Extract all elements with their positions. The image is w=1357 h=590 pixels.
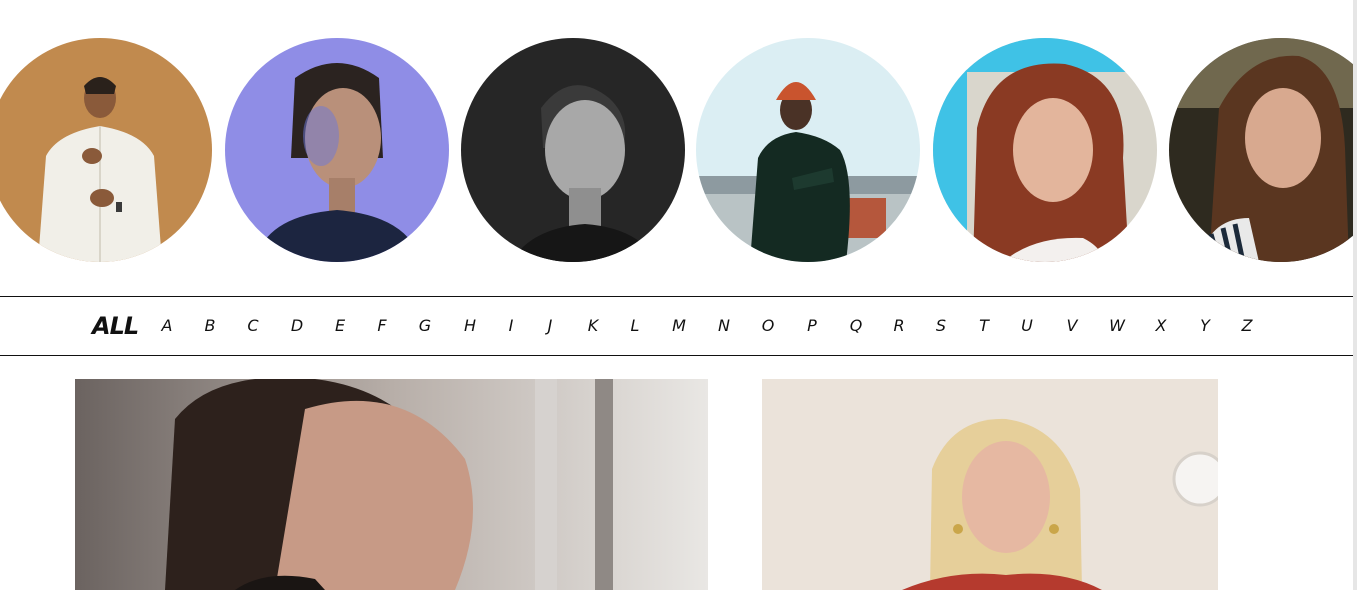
avatar-image bbox=[225, 38, 449, 262]
avatar-woman-monochrome[interactable] bbox=[461, 38, 685, 262]
filter-letter-g[interactable]: G bbox=[415, 297, 435, 355]
avatar-image bbox=[933, 38, 1157, 262]
filter-letter-k[interactable]: K bbox=[583, 297, 603, 355]
filter-letter-h[interactable]: H bbox=[460, 297, 480, 355]
avatar-woman-brown-hair[interactable] bbox=[1169, 38, 1353, 262]
filter-letter-c[interactable]: C bbox=[243, 297, 263, 355]
filter-letter-o[interactable]: O bbox=[758, 297, 778, 355]
card-photo-woman-blonde[interactable] bbox=[762, 379, 1218, 590]
filter-letter-x[interactable]: X bbox=[1151, 297, 1171, 355]
filter-letter-a[interactable]: A bbox=[157, 297, 177, 355]
filter-letter-e[interactable]: E bbox=[330, 297, 350, 355]
filter-letter-i[interactable]: I bbox=[501, 297, 521, 355]
filter-all[interactable]: ALL bbox=[92, 297, 139, 355]
filter-letter-b[interactable]: B bbox=[200, 297, 220, 355]
avatar-image bbox=[0, 38, 212, 262]
avatar-man-white-kandura[interactable] bbox=[0, 38, 212, 262]
filter-letter-r[interactable]: R bbox=[889, 297, 909, 355]
filter-letter-d[interactable]: D bbox=[287, 297, 307, 355]
filter-letter-l[interactable]: L bbox=[625, 297, 645, 355]
card-photo-woman-profile[interactable] bbox=[75, 379, 708, 590]
filter-letter-y[interactable]: Y bbox=[1195, 297, 1215, 355]
avatar-woman-blue-light[interactable] bbox=[225, 38, 449, 262]
filter-letter-z[interactable]: Z bbox=[1237, 297, 1257, 355]
avatar-image bbox=[696, 38, 920, 262]
card-image bbox=[75, 379, 708, 590]
filter-letter-p[interactable]: P bbox=[802, 297, 822, 355]
page: ALL A B C D E F G H I J K L M N O P Q R … bbox=[0, 0, 1357, 590]
filter-letter-n[interactable]: N bbox=[714, 297, 734, 355]
filter-letter-u[interactable]: U bbox=[1017, 297, 1037, 355]
alphabet-filter-bar: ALL A B C D E F G H I J K L M N O P Q R … bbox=[0, 296, 1353, 356]
filter-letter-s[interactable]: S bbox=[931, 297, 951, 355]
filter-letter-v[interactable]: V bbox=[1062, 297, 1082, 355]
avatar-man-orange-beanie[interactable] bbox=[696, 38, 920, 262]
avatar-woman-red-hair[interactable] bbox=[933, 38, 1157, 262]
avatar-carousel bbox=[0, 0, 1353, 290]
filter-letter-f[interactable]: F bbox=[372, 297, 392, 355]
avatar-image bbox=[461, 38, 685, 262]
scrollbar[interactable] bbox=[1353, 0, 1357, 590]
filter-letter-q[interactable]: Q bbox=[846, 297, 866, 355]
card-image bbox=[762, 379, 1218, 590]
filter-letter-m[interactable]: M bbox=[669, 297, 689, 355]
avatar-image bbox=[1169, 38, 1353, 262]
filter-letter-j[interactable]: J bbox=[540, 297, 560, 355]
filter-letter-w[interactable]: W bbox=[1107, 297, 1127, 355]
filter-letter-t[interactable]: T bbox=[974, 297, 994, 355]
